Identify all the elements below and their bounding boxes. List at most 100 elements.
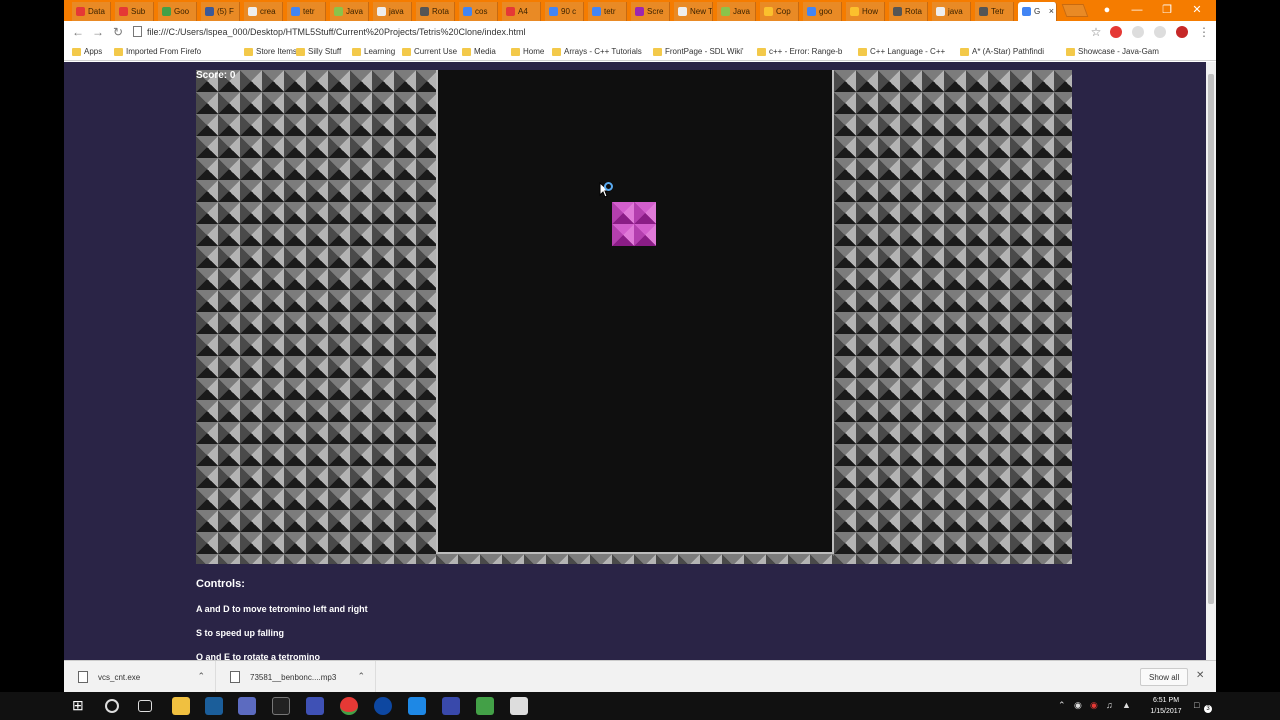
tab-favicon-icon [979, 7, 988, 16]
bookmark-item[interactable]: Media [462, 46, 496, 59]
bookmark-item[interactable]: Imported From Firefo [114, 46, 201, 59]
app-icon[interactable] [374, 697, 392, 715]
chevron-up-icon[interactable]: ⌃ [197, 671, 205, 682]
tab-label: Rota [432, 7, 449, 16]
browser-tab[interactable]: How [846, 2, 885, 21]
right-wall [834, 70, 1072, 564]
chevron-up-icon[interactable]: ⌃ [1058, 700, 1066, 711]
tab-label: Java [733, 7, 750, 16]
bookmark-item[interactable]: A* (A-Star) Pathfindi [960, 46, 1044, 59]
tetromino-block [634, 202, 656, 224]
system-clock[interactable]: 6:51 PM 1/15/2017 [1138, 695, 1194, 717]
app-icon[interactable] [442, 697, 460, 715]
browser-tab[interactable]: G × [1018, 2, 1057, 21]
tetromino-block [634, 224, 656, 246]
notifications-icon[interactable]: □ [1194, 700, 1199, 710]
browser-tab[interactable]: Cop [760, 2, 799, 21]
maximize-button[interactable]: ❐ [1152, 0, 1182, 20]
tab-favicon-icon [248, 7, 257, 16]
address-bar[interactable]: file:///C:/Users/lspea_000/Desktop/HTML5… [130, 23, 1090, 41]
bookmark-star-icon[interactable]: ☆ [1088, 24, 1104, 40]
browser-tab[interactable]: Rota [416, 2, 455, 21]
browser-tab[interactable]: Scre [631, 2, 670, 21]
playfield[interactable] [436, 70, 834, 554]
browser-tab[interactable]: Goo [158, 2, 197, 21]
browser-tab[interactable]: Sub [115, 2, 154, 21]
browser-tab[interactable]: tetr [287, 2, 326, 21]
browser-tab[interactable]: Data [72, 2, 111, 21]
task-view-icon[interactable] [138, 700, 152, 712]
extension-icon[interactable] [1176, 26, 1188, 38]
file-explorer-icon[interactable] [172, 697, 190, 715]
bookmark-item[interactable]: Current Use [402, 46, 457, 59]
forward-icon[interactable]: → [90, 24, 106, 40]
extension-icon[interactable] [1154, 26, 1166, 38]
download-item[interactable]: 73581__benbonc....mp3 ⌃ [216, 661, 376, 692]
skype-icon[interactable] [408, 697, 426, 715]
app-icon[interactable] [272, 697, 290, 715]
browser-tab[interactable]: goo [803, 2, 842, 21]
app-icon[interactable] [238, 697, 256, 715]
bookmark-item[interactable]: Learning [352, 46, 395, 59]
scrollbar-thumb[interactable] [1208, 74, 1214, 604]
bookmark-item[interactable]: Home [511, 46, 544, 59]
download-item[interactable]: vcs_cnt.exe ⌃ [64, 661, 216, 692]
show-all-button[interactable]: Show all [1140, 668, 1189, 686]
bookmark-item[interactable]: Showcase - Java-Gam [1066, 46, 1159, 59]
folder-icon [1066, 48, 1075, 56]
close-icon[interactable]: ✕ [1196, 670, 1204, 681]
controls-line: Q and E to rotate a tetromino [196, 652, 321, 660]
search-icon[interactable] [105, 699, 119, 713]
bookmark-item[interactable]: Silly Stuff [296, 46, 341, 59]
menu-icon[interactable]: ⋮ [1196, 24, 1212, 40]
bookmark-item[interactable]: Apps [72, 46, 102, 59]
profile-icon[interactable]: ● [1092, 0, 1122, 20]
tab-close-icon[interactable]: × [1049, 6, 1054, 16]
windows-start-icon[interactable]: ⊞ [72, 697, 90, 715]
extension-icon[interactable] [1132, 26, 1144, 38]
notification-badge: 3 [1204, 705, 1212, 713]
volume-icon[interactable]: ♫ [1106, 700, 1113, 710]
network-icon[interactable]: ◉ [1074, 700, 1082, 711]
app-icon[interactable] [306, 697, 324, 715]
browser-tab[interactable]: (5) F [201, 2, 240, 21]
bookmark-label: Current Use [414, 47, 458, 56]
browser-tab[interactable]: java [932, 2, 971, 21]
chevron-up-icon[interactable]: ⌃ [357, 671, 365, 682]
reload-icon[interactable]: ↻ [110, 24, 126, 40]
bookmark-item[interactable]: Store Items [244, 46, 297, 59]
bookmark-label: FrontPage - SDL Wiki' [665, 47, 744, 56]
browser-tab[interactable]: New Tab [674, 2, 713, 21]
browser-tab[interactable]: cos [459, 2, 498, 21]
browser-tab[interactable]: Tetr [975, 2, 1014, 21]
bookmark-item[interactable]: C++ Language - C++ [858, 46, 945, 59]
bookmark-item[interactable]: Arrays - C++ Tutorials [552, 46, 642, 59]
browser-tab[interactable]: A4 [502, 2, 541, 21]
new-tab-button[interactable] [1061, 4, 1089, 17]
browser-tab[interactable]: crea [244, 2, 283, 21]
tab-label: Sub [131, 7, 146, 16]
controls-line: A and D to move tetromino left and right [196, 604, 368, 614]
adblock-icon[interactable] [1110, 26, 1122, 38]
chrome-icon[interactable] [340, 697, 358, 715]
app-icon[interactable] [510, 697, 528, 715]
bookmark-item[interactable]: FrontPage - SDL Wiki' [653, 46, 744, 59]
controls-line: S to speed up falling [196, 628, 285, 638]
browser-tab[interactable]: Java [717, 2, 756, 21]
browser-tab[interactable]: java [373, 2, 412, 21]
browser-tab[interactable]: Rota [889, 2, 928, 21]
window-close-button[interactable]: ✕ [1182, 0, 1212, 20]
tab-favicon-icon [205, 7, 214, 16]
app-icon[interactable] [476, 697, 494, 715]
back-icon[interactable]: ← [70, 24, 86, 40]
browser-tab[interactable]: Java [330, 2, 369, 21]
bookmark-item[interactable]: c++ - Error: Range-b [757, 46, 842, 59]
browser-tab[interactable]: tetr [588, 2, 627, 21]
steam-icon[interactable] [205, 697, 223, 715]
browser-tab[interactable]: 90 c [545, 2, 584, 21]
page-scrollbar[interactable] [1206, 62, 1216, 660]
minimize-button[interactable]: — [1122, 0, 1152, 20]
wifi-icon[interactable]: ▲ [1122, 700, 1131, 710]
adblock-icon[interactable]: ◉ [1090, 700, 1098, 711]
tab-label: java [948, 7, 963, 16]
